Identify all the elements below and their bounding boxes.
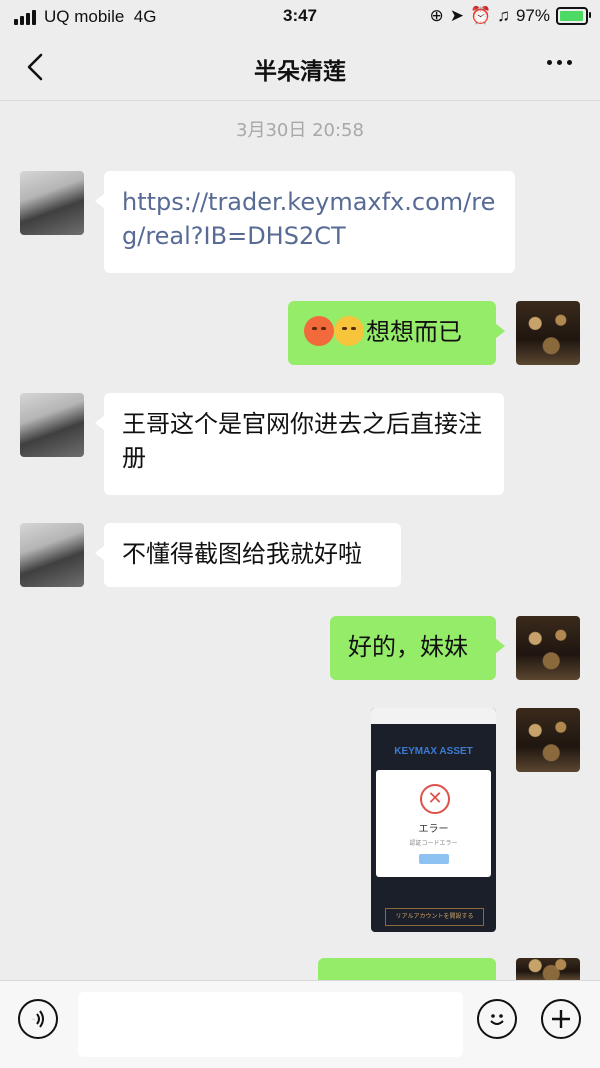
alarm-icon: ⏰ bbox=[470, 6, 492, 25]
message-bubble-link[interactable]: https://trader.keymaxfx.com/reg/real?IB=… bbox=[95, 171, 515, 273]
avatar-self[interactable] bbox=[516, 301, 580, 365]
battery-icon bbox=[556, 7, 591, 25]
angry-face-icon bbox=[304, 316, 334, 346]
avatar-contact[interactable] bbox=[20, 523, 84, 587]
thumb-status-bar bbox=[371, 708, 496, 724]
message-text: 王哥这个是官网你进去之后直接注册 bbox=[122, 410, 482, 472]
chat-timestamp: 3月30日 20:58 bbox=[236, 120, 364, 141]
battery-fill bbox=[560, 11, 584, 21]
avatar-self-partial bbox=[516, 958, 580, 980]
message-input[interactable] bbox=[78, 992, 463, 1057]
battery-percent: 97% bbox=[515, 6, 550, 25]
chat-title: 半朵清莲 bbox=[254, 59, 346, 85]
thumb-ok-button bbox=[419, 854, 449, 864]
nav-bar: 半朵清莲 bbox=[0, 34, 600, 101]
message-link[interactable]: https://trader.keymaxfx.com/reg/real?IB=… bbox=[122, 188, 495, 250]
avatar-contact[interactable] bbox=[20, 393, 84, 457]
emoji-icon[interactable] bbox=[477, 999, 517, 1039]
location-icon: ➤ bbox=[449, 6, 465, 25]
headphones-icon: ♫ bbox=[497, 6, 510, 25]
more-dots-icon[interactable] bbox=[547, 60, 572, 65]
status-right: ⊕ ➤ ⏰ ♫ 97% bbox=[429, 6, 591, 26]
avatar-self[interactable] bbox=[516, 708, 580, 772]
message-text: 好的，妹妹 bbox=[348, 633, 468, 661]
message-bubble-mine[interactable]: 好的，妹妹 bbox=[330, 616, 505, 680]
message-bubble-theirs[interactable]: 不懂得截图给我就好啦 bbox=[95, 523, 401, 587]
status-bar: UQ mobile 4G 3:47 ⊕ ➤ ⏰ ♫ 97% bbox=[0, 0, 600, 34]
thumb-cta: リアルアカウントを開設する bbox=[385, 908, 484, 926]
avatar-self[interactable] bbox=[516, 616, 580, 680]
thumb-error-title: エラー bbox=[418, 824, 449, 835]
image-message[interactable]: KEYMAX ASSET ✕ エラー 認証コードエラー リアルアカウントを開設す… bbox=[371, 708, 496, 932]
message-text: 不懂得截图给我就好啦 bbox=[122, 540, 362, 568]
voice-icon[interactable] bbox=[18, 999, 58, 1039]
thumb-brand: KEYMAX ASSET bbox=[394, 746, 473, 757]
message-text: 想想而已 bbox=[366, 318, 462, 346]
sleepy-face-icon bbox=[334, 316, 364, 346]
thumb-error-message: 認証コードエラー bbox=[409, 840, 458, 847]
plus-icon[interactable] bbox=[541, 999, 581, 1039]
avatar-contact[interactable] bbox=[20, 171, 84, 235]
lock-rotation-icon: ⊕ bbox=[429, 6, 444, 25]
input-bar bbox=[0, 980, 600, 1068]
thumb-error-dialog: ✕ エラー 認証コードエラー bbox=[376, 770, 491, 877]
message-bubble-theirs[interactable]: 王哥这个是官网你进去之后直接注册 bbox=[95, 393, 504, 495]
error-x-icon: ✕ bbox=[420, 784, 450, 814]
message-bubble-mine[interactable]: 想想而已 bbox=[288, 301, 505, 365]
